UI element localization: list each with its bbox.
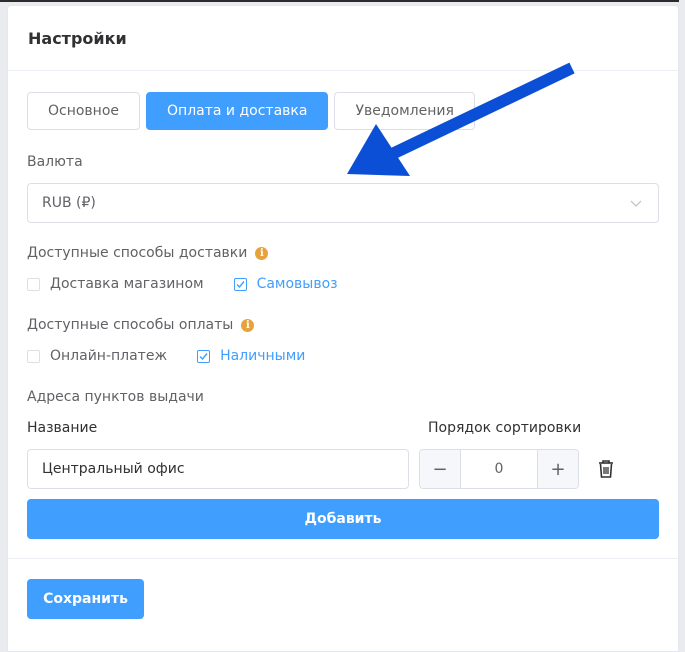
currency-value: RUB (₽) xyxy=(42,195,96,211)
tab-general[interactable]: Основное xyxy=(27,92,141,130)
sort-order-stepper: − 0 + xyxy=(419,449,579,489)
check-icon xyxy=(236,280,245,288)
check-icon xyxy=(199,352,208,360)
delivery-option-pickup-label: Самовывоз xyxy=(256,276,338,292)
payment-options: Онлайн-платеж Наличными xyxy=(27,348,305,364)
payment-option-online-label: Онлайн-платеж xyxy=(50,348,168,364)
info-icon[interactable]: i xyxy=(241,318,255,332)
pickup-label-text: Адреса пунктов выдачи xyxy=(27,389,204,405)
tabs: Основное Оплата и доставка Уведомления xyxy=(27,92,475,130)
add-button[interactable]: Добавить xyxy=(27,499,659,539)
payment-option-cash-label: Наличными xyxy=(220,348,306,364)
pickup-name-input[interactable] xyxy=(27,449,409,489)
delivery-options: Доставка магазином Самовывоз xyxy=(27,276,338,292)
minus-icon[interactable]: − xyxy=(420,450,461,488)
settings-card: Настройки Основное Оплата и доставка Уве… xyxy=(7,5,679,652)
tab-notifications[interactable]: Уведомления xyxy=(334,92,475,130)
tab-payment-delivery[interactable]: Оплата и доставка xyxy=(146,92,329,130)
trash-icon[interactable] xyxy=(597,459,615,479)
name-column-header: Название xyxy=(27,420,98,436)
checkbox[interactable] xyxy=(27,277,40,291)
currency-select[interactable]: RUB (₽) xyxy=(27,183,659,223)
delivery-label: Доступные способы доставки i xyxy=(27,245,269,261)
page-title: Настройки xyxy=(28,28,127,48)
plus-icon[interactable]: + xyxy=(537,450,578,488)
currency-label: Валюта xyxy=(27,154,83,170)
delivery-option-store-label: Доставка магазином xyxy=(50,276,204,292)
window-top-edge xyxy=(0,0,685,2)
footer-divider xyxy=(8,558,678,559)
checkbox[interactable] xyxy=(27,349,40,363)
card-header: Настройки xyxy=(8,6,678,71)
info-icon[interactable]: i xyxy=(255,246,269,260)
page-right-gutter xyxy=(679,0,685,652)
payment-option-online[interactable]: Онлайн-платеж xyxy=(27,348,167,364)
save-button[interactable]: Сохранить xyxy=(27,579,144,619)
sort-order-value[interactable]: 0 xyxy=(461,450,537,488)
delivery-option-store[interactable]: Доставка магазином xyxy=(27,276,204,292)
pickup-label: Адреса пунктов выдачи xyxy=(27,389,204,405)
delivery-option-pickup[interactable]: Самовывоз xyxy=(233,276,338,292)
checkbox-checked[interactable] xyxy=(233,277,247,291)
payment-label: Доступные способы оплаты i xyxy=(27,317,255,333)
currency-label-text: Валюта xyxy=(27,154,83,170)
payment-option-cash[interactable]: Наличными xyxy=(197,348,305,364)
delivery-label-text: Доступные способы доставки xyxy=(27,245,248,261)
chevron-down-icon xyxy=(630,200,642,207)
payment-label-text: Доступные способы оплаты xyxy=(27,317,234,333)
checkbox-checked[interactable] xyxy=(197,349,211,363)
sort-column-header: Порядок сортировки xyxy=(428,420,582,436)
